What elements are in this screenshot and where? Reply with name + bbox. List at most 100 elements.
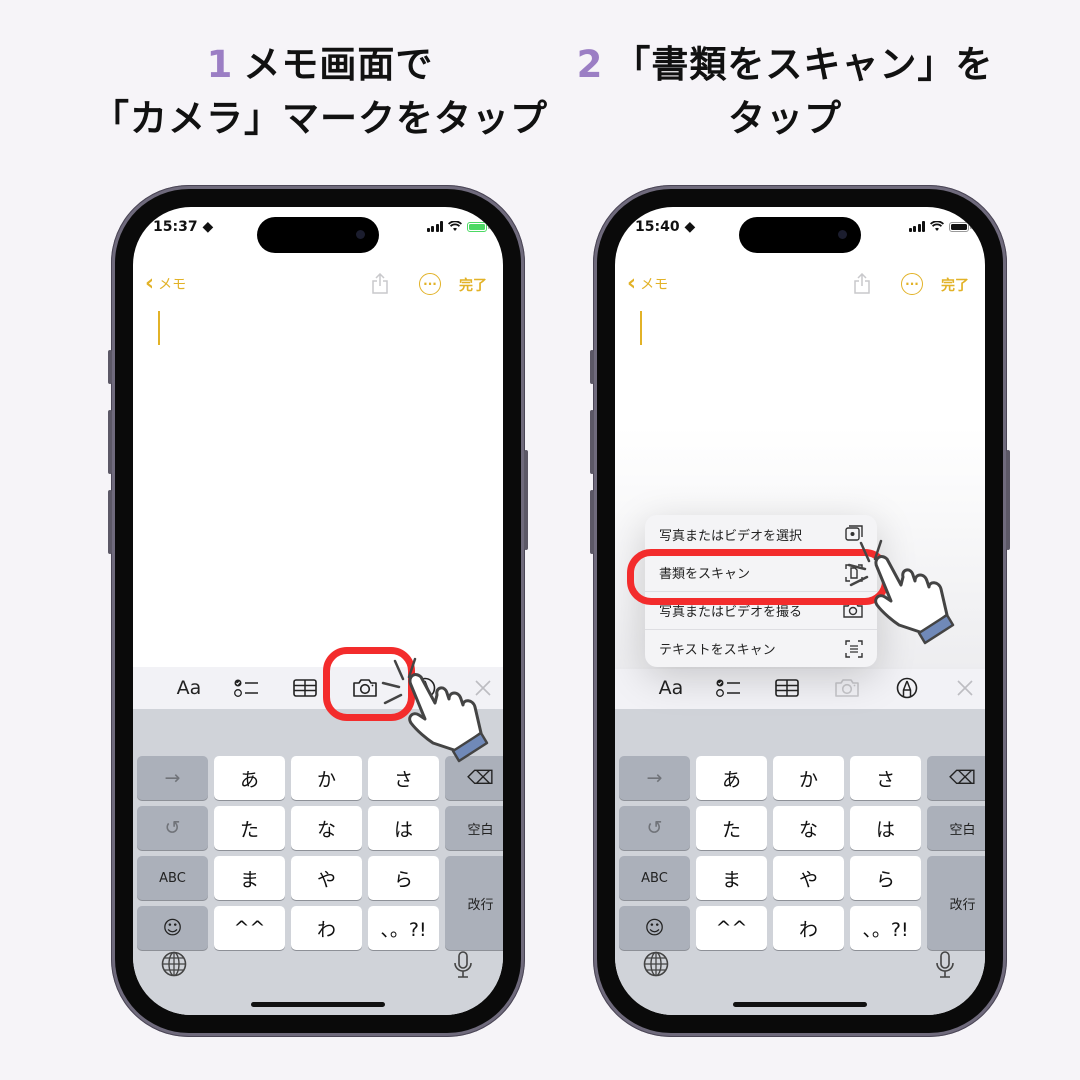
table-button[interactable] <box>769 667 805 709</box>
checklist-icon <box>234 679 258 697</box>
key-label: 改行 <box>467 897 494 913</box>
table-icon <box>775 679 799 697</box>
dynamic-island <box>257 217 379 253</box>
kana-key[interactable]: は <box>850 806 921 850</box>
status-time: 15:37 ◆ <box>153 219 213 235</box>
return-key[interactable]: 改行 <box>927 856 985 950</box>
kana-key[interactable]: 、。?! <box>850 906 921 950</box>
kana-key[interactable]: や <box>291 856 362 900</box>
key-label: 改行 <box>949 897 976 913</box>
action-button <box>590 350 594 384</box>
pointing-hand-icon <box>381 657 489 763</box>
key-label: ABC <box>159 870 186 886</box>
kana-key[interactable]: あ <box>214 756 285 800</box>
key-label: か <box>316 768 336 791</box>
key-label: た <box>239 818 259 841</box>
globe-icon[interactable] <box>643 951 669 977</box>
back-button[interactable]: ‹ メモ <box>145 273 186 295</box>
microphone-icon[interactable] <box>935 951 955 979</box>
power-button <box>1006 450 1010 550</box>
key-label: あ <box>239 768 259 791</box>
menu-item-label: テキストをスキャン <box>659 643 776 658</box>
kana-key[interactable]: ^^ <box>214 906 285 950</box>
kana-key[interactable]: ら <box>850 856 921 900</box>
kana-key[interactable]: わ <box>291 906 362 950</box>
kana-key[interactable]: や <box>773 856 844 900</box>
menu-item[interactable]: テキストをスキャン <box>645 629 877 667</box>
kana-key[interactable]: わ <box>773 906 844 950</box>
step-number: 2 <box>576 43 604 86</box>
more-options-button[interactable]: ··· <box>901 273 923 295</box>
key-label: な <box>316 818 336 841</box>
emoji-key[interactable]: ☺ <box>619 906 690 950</box>
kana-key[interactable]: た <box>214 806 285 850</box>
kana-key[interactable]: た <box>696 806 767 850</box>
kana-key[interactable]: さ <box>850 756 921 800</box>
bezel: 15:40 ◆ ‹ メモ ··· 完了 Aa → あ か さ ⌫ ↺ た な は… <box>597 189 1003 1033</box>
share-icon[interactable] <box>853 273 871 295</box>
battery-fill <box>951 223 967 230</box>
kana-key[interactable]: ま <box>214 856 285 900</box>
back-button[interactable]: ‹ メモ <box>627 273 668 295</box>
close-toolbar-button[interactable] <box>947 667 983 709</box>
key-label: 、。?! <box>862 918 909 941</box>
emoji-key[interactable]: ☺ <box>137 906 208 950</box>
kana-key[interactable]: ま <box>696 856 767 900</box>
key-label: や <box>316 868 336 891</box>
globe-icon[interactable] <box>161 951 187 977</box>
key-label: ^^ <box>233 917 266 939</box>
key-label: は <box>393 818 413 841</box>
undo-key[interactable]: ↺ <box>137 806 208 850</box>
home-indicator <box>251 1002 385 1007</box>
format-button[interactable]: Aa <box>171 667 207 709</box>
abc-key[interactable]: ABC <box>137 856 208 900</box>
next-key[interactable]: → <box>619 756 690 800</box>
kana-key[interactable]: あ <box>696 756 767 800</box>
step-2-heading: 2 「書類をスキャン」を タップ <box>555 38 1015 146</box>
done-button[interactable]: 完了 <box>941 275 969 295</box>
camera-button[interactable] <box>829 667 865 709</box>
key-label: ↺ <box>646 817 663 839</box>
phone-step-1: 15:37 ◆ ‹ メモ ··· 完了 Aa → あ か さ ⌫ ↺ た な は… <box>108 185 528 1037</box>
checklist-button[interactable] <box>711 667 747 709</box>
power-button <box>524 450 528 550</box>
return-key[interactable]: 改行 <box>445 856 503 950</box>
table-button[interactable] <box>287 667 323 709</box>
cellular-signal-icon <box>426 221 443 232</box>
key-label: ^^ <box>715 917 748 939</box>
status-icons <box>908 221 972 232</box>
microphone-icon[interactable] <box>453 951 473 979</box>
kana-key[interactable]: 、。?! <box>368 906 439 950</box>
done-button[interactable]: 完了 <box>459 275 487 295</box>
key-label: さ <box>393 768 413 791</box>
abc-key[interactable]: ABC <box>619 856 690 900</box>
share-icon[interactable] <box>371 273 389 295</box>
camera-lens <box>838 230 847 239</box>
delete-key[interactable]: ⌫ <box>927 756 985 800</box>
next-key[interactable]: → <box>137 756 208 800</box>
space-key[interactable]: 空白 <box>927 806 985 850</box>
bezel: 15:37 ◆ ‹ メモ ··· 完了 Aa → あ か さ ⌫ ↺ た な は… <box>115 189 521 1033</box>
menu-item[interactable]: 写真またはビデオを選択 <box>645 515 877 553</box>
kana-key[interactable]: ら <box>368 856 439 900</box>
key-label: ABC <box>641 870 668 886</box>
kana-key[interactable]: か <box>291 756 362 800</box>
kana-key[interactable]: な <box>291 806 362 850</box>
kana-key[interactable]: ^^ <box>696 906 767 950</box>
checklist-button[interactable] <box>229 667 265 709</box>
markup-button[interactable] <box>889 667 925 709</box>
kana-key[interactable]: か <box>773 756 844 800</box>
format-button[interactable]: Aa <box>653 667 689 709</box>
undo-key[interactable]: ↺ <box>619 806 690 850</box>
wifi-icon <box>448 221 462 231</box>
kana-key[interactable]: な <box>773 806 844 850</box>
key-label: ↺ <box>164 817 181 839</box>
kana-key[interactable]: は <box>368 806 439 850</box>
key-label: ⌫ <box>467 767 494 789</box>
key-label: ら <box>875 868 895 891</box>
chevron-left-icon: ‹ <box>627 271 637 296</box>
key-label: 空白 <box>949 822 976 838</box>
space-key[interactable]: 空白 <box>445 806 503 850</box>
more-options-button[interactable]: ··· <box>419 273 441 295</box>
key-label: 空白 <box>467 822 494 838</box>
